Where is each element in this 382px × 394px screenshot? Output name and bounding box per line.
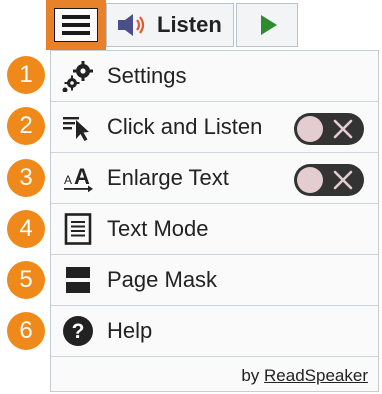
callout-badge-1: 1 bbox=[7, 56, 45, 94]
menu-item-label: Page Mask bbox=[107, 267, 218, 292]
menu-item-label: Text Mode bbox=[107, 216, 209, 241]
enlarge-text-toggle[interactable] bbox=[294, 164, 364, 196]
hamburger-icon bbox=[54, 8, 98, 42]
question-circle-icon: ? bbox=[63, 316, 93, 346]
menu-item-text-mode[interactable]: Text Mode bbox=[51, 204, 378, 255]
close-icon bbox=[333, 170, 353, 190]
callout-badge-3: 3 bbox=[7, 159, 45, 197]
play-icon bbox=[261, 15, 277, 35]
close-icon bbox=[333, 119, 353, 139]
listen-button[interactable]: Listen bbox=[106, 3, 234, 47]
callout-badge-2: 2 bbox=[7, 107, 45, 145]
menu-item-enlarge-text[interactable]: A A Enlarge Text bbox=[51, 153, 378, 204]
callout-badge-4: 4 bbox=[7, 210, 45, 248]
speaker-icon bbox=[118, 14, 145, 36]
svg-text:A: A bbox=[74, 164, 90, 189]
powered-by: by ReadSpeaker bbox=[241, 366, 368, 386]
menu-item-label: Click and Listen bbox=[107, 114, 263, 139]
menu-item-help[interactable]: ? Help bbox=[51, 306, 378, 357]
click-and-listen-toggle[interactable] bbox=[294, 113, 364, 145]
play-button[interactable] bbox=[236, 3, 298, 47]
toggle-knob bbox=[297, 167, 323, 193]
menu-item-click-and-listen[interactable]: Click and Listen bbox=[51, 102, 378, 153]
menu-item-label: Settings bbox=[107, 63, 187, 88]
menu-item-settings[interactable]: Settings bbox=[51, 51, 378, 102]
listen-label: Listen bbox=[157, 12, 222, 37]
readspeaker-link[interactable]: ReadSpeaker bbox=[264, 366, 368, 385]
callout-badge-6: 6 bbox=[7, 312, 45, 350]
gears-icon bbox=[62, 61, 93, 92]
menu-panel: Settings Click and Listen A A Enlarge Te… bbox=[50, 50, 379, 392]
document-lines-icon bbox=[64, 213, 92, 245]
callout-badge-5: 5 bbox=[7, 261, 45, 299]
toggle-knob bbox=[297, 116, 323, 142]
enlarge-text-icon: A A bbox=[64, 164, 93, 193]
by-text: by bbox=[241, 366, 260, 385]
svg-text:A: A bbox=[64, 173, 72, 187]
page-mask-icon bbox=[66, 267, 90, 293]
menu-footer: by ReadSpeaker bbox=[51, 356, 378, 392]
menu-button[interactable] bbox=[46, 0, 106, 50]
svg-text:?: ? bbox=[72, 320, 85, 343]
cursor-text-icon bbox=[63, 117, 89, 141]
menu-item-label: Enlarge Text bbox=[107, 165, 229, 190]
menu-item-label: Help bbox=[107, 318, 153, 343]
menu-item-page-mask[interactable]: Page Mask bbox=[51, 255, 378, 306]
